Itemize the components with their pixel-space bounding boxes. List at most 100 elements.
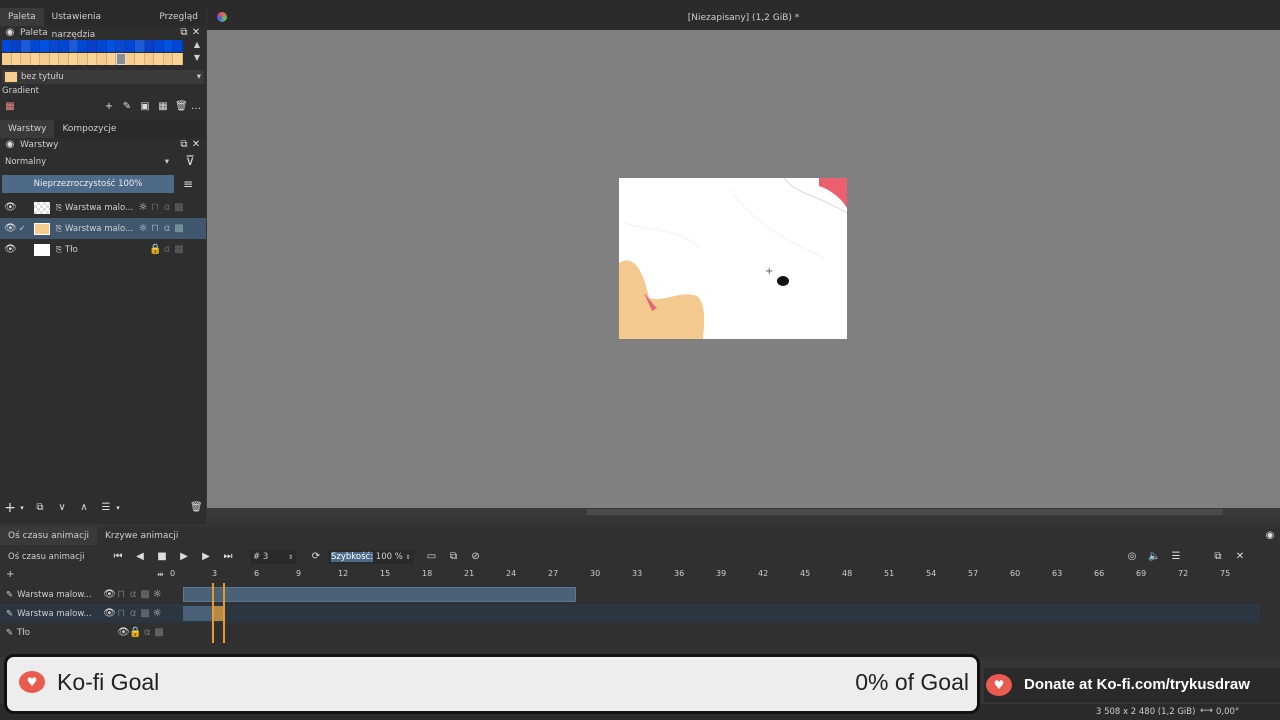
float-icon[interactable]: ⧉ — [178, 139, 190, 151]
layer-row-selected[interactable]: 👁 ✓ ⎘ Warstwa malo... ☼ ⊓ α ▩ — [0, 218, 206, 239]
ruler-row[interactable]: + ⇹ 0 3 6 9 12 15 18 21 24 27 30 33 36 3… — [0, 569, 1280, 583]
add-icon[interactable]: + — [103, 101, 115, 113]
tab-tool-options[interactable]: Ustawienia narzędzia — [44, 8, 152, 40]
drawing-canvas[interactable]: + — [619, 178, 847, 339]
swatch-row-blue[interactable] — [2, 40, 206, 52]
close-icon[interactable]: ✕ — [190, 27, 202, 39]
chevron-down-icon[interactable]: ▾ — [16, 502, 28, 514]
frame-input[interactable]: # 3 ⇕ — [250, 550, 296, 564]
edit-icon[interactable]: ✎ — [121, 101, 133, 113]
frame-block[interactable] — [183, 587, 576, 602]
eye-icon[interactable]: 👁 — [4, 223, 17, 235]
donate-bar[interactable]: ♥ Donate at Ko-fi.com/trykusdraw — [984, 668, 1280, 702]
clone-frame-icon[interactable]: ⧉ — [448, 551, 460, 563]
speed-input[interactable]: Szybkość: 100 % ⇕ — [328, 550, 414, 564]
first-frame-icon[interactable]: ⏮ — [112, 551, 124, 563]
tab-palette[interactable]: Paleta — [0, 8, 44, 26]
alpha-icon[interactable]: α — [141, 627, 153, 639]
light-icon[interactable]: ☼ — [137, 202, 149, 214]
close-icon[interactable]: ✕ — [190, 139, 202, 151]
eye-icon[interactable]: 👁 — [4, 202, 17, 214]
duplicate-icon[interactable]: ⧉ — [34, 502, 46, 514]
play-icon[interactable]: ▶ — [178, 551, 190, 563]
menu-icon[interactable]: ☰ — [1170, 551, 1182, 563]
close-icon[interactable]: ✕ — [1234, 551, 1246, 563]
canvas-area[interactable]: [Niezapisany] (1,2 GiB) * + — [207, 8, 1280, 516]
inherit-icon[interactable]: ▩ — [153, 627, 165, 639]
light-icon[interactable]: ☼ — [151, 589, 163, 601]
onion-skin-icon[interactable]: ◎ — [1126, 551, 1138, 563]
eye-icon[interactable]: 👁 — [117, 627, 130, 639]
grid-icon[interactable]: ▦ — [4, 101, 16, 113]
swatch-row-peach[interactable] — [2, 53, 206, 65]
opacity-slider[interactable]: Nieprzezroczystość 100% — [2, 175, 174, 193]
audio-icon[interactable]: 🔈 — [1148, 551, 1160, 563]
timeline-track[interactable]: ✎ Tło 👁 🔒 α ▩ — [0, 623, 1260, 642]
eye-icon[interactable]: 👁 — [103, 608, 116, 620]
eye-icon[interactable]: 👁 — [4, 244, 17, 256]
menu-icon[interactable]: ≡ — [182, 178, 194, 190]
tab-overview[interactable]: Przegląd — [151, 8, 206, 26]
float-icon[interactable]: ⧉ — [178, 27, 190, 39]
inherit-icon[interactable]: ▩ — [139, 608, 151, 620]
rotate-icon[interactable]: ⟷ — [1200, 706, 1213, 716]
alpha-icon[interactable]: α — [161, 244, 173, 256]
lock-icon[interactable]: ⊓ — [115, 608, 127, 620]
timeline-track[interactable]: ✎ Warstwa malow... 👁 ⊓ α ▩ ☼ — [0, 585, 1260, 604]
blend-mode-select[interactable]: Normalny ▾ — [2, 155, 172, 169]
inherit-icon[interactable]: ▩ — [173, 244, 185, 256]
layer-row[interactable]: 👁 ⎘ Warstwa malo... ☼ ⊓ α ▩ — [0, 197, 206, 218]
alpha-icon[interactable]: α — [161, 202, 173, 214]
layer-row[interactable]: 👁 ⎘ Tło 🔒 α ▩ — [0, 239, 206, 260]
alpha-icon[interactable]: α — [127, 589, 139, 601]
tab-animation-timeline[interactable]: Oś czasu animacji — [0, 527, 98, 545]
next-frame-icon[interactable]: ▶ — [200, 551, 212, 563]
docker-menu-icon[interactable]: ◉ — [4, 139, 16, 151]
donate-text[interactable]: Donate at Ko-fi.com/trykusdraw — [1024, 676, 1250, 693]
add-icon[interactable]: + — [6, 569, 14, 580]
move-down-icon[interactable]: ∨ — [56, 502, 68, 514]
docker-menu-icon[interactable]: ◉ — [1264, 530, 1276, 542]
move-up-icon[interactable]: ∧ — [78, 502, 90, 514]
horizontal-scrollbar[interactable] — [207, 508, 1280, 516]
scroll-up-icon[interactable]: ▲ — [194, 40, 200, 49]
palette-swatches[interactable]: ▲ ▼ — [0, 40, 206, 66]
filter-icon[interactable]: ⊽ — [184, 155, 196, 168]
previous-frame-icon[interactable]: ◀ — [134, 551, 146, 563]
lock-icon[interactable]: ⊓ — [149, 202, 161, 214]
stop-icon[interactable]: ■ — [156, 551, 168, 563]
inherit-icon[interactable]: ▩ — [173, 202, 185, 214]
properties-icon[interactable]: ☰ — [100, 502, 112, 514]
timeline-ruler[interactable]: 0 3 6 9 12 15 18 21 24 27 30 33 36 39 42… — [170, 569, 1260, 583]
tab-layers[interactable]: Warstwy — [0, 120, 55, 138]
frame-block[interactable] — [183, 606, 213, 621]
remove-frame-icon[interactable]: ⊘ — [470, 551, 482, 563]
chevron-down-icon[interactable]: ▾ — [112, 502, 124, 514]
table-icon[interactable]: ▦ — [157, 101, 169, 113]
light-icon[interactable]: ☼ — [151, 608, 163, 620]
lock-icon[interactable]: ⊓ — [149, 223, 161, 235]
last-frame-icon[interactable]: ⏭ — [222, 551, 234, 563]
pin-icon[interactable]: ⇹ — [157, 570, 164, 579]
lock-icon[interactable]: 🔒 — [129, 627, 141, 639]
timeline-track-selected[interactable]: ✎ Warstwa malow... 👁 ⊓ α ▩ ☼ — [0, 604, 1260, 623]
float-icon[interactable]: ⧉ — [1212, 551, 1224, 563]
lock-icon[interactable]: 🔒 — [149, 244, 161, 256]
palette-selector[interactable]: bez tytułu ▾ — [2, 70, 204, 84]
eye-icon[interactable]: 👁 — [103, 589, 116, 601]
tab-animation-curves[interactable]: Krzywe animacji — [97, 527, 186, 545]
docker-menu-icon[interactable]: ◉ — [4, 27, 16, 39]
inherit-icon[interactable]: ▩ — [173, 223, 185, 235]
more-icon[interactable]: … — [190, 101, 202, 113]
delete-icon[interactable]: 🗑 — [175, 101, 188, 113]
inherit-icon[interactable]: ▩ — [139, 589, 151, 601]
scroll-down-icon[interactable]: ▼ — [194, 53, 200, 62]
frame-rect-icon[interactable]: ▭ — [426, 551, 438, 563]
tab-compositions[interactable]: Kompozycje — [54, 120, 124, 138]
playhead[interactable] — [212, 583, 225, 643]
save-icon[interactable]: ▣ — [139, 101, 151, 113]
alpha-icon[interactable]: α — [161, 223, 173, 235]
loop-icon[interactable]: ⟳ — [310, 551, 322, 563]
alpha-icon[interactable]: α — [127, 608, 139, 620]
delete-layer-icon[interactable]: 🗑 — [190, 502, 203, 514]
